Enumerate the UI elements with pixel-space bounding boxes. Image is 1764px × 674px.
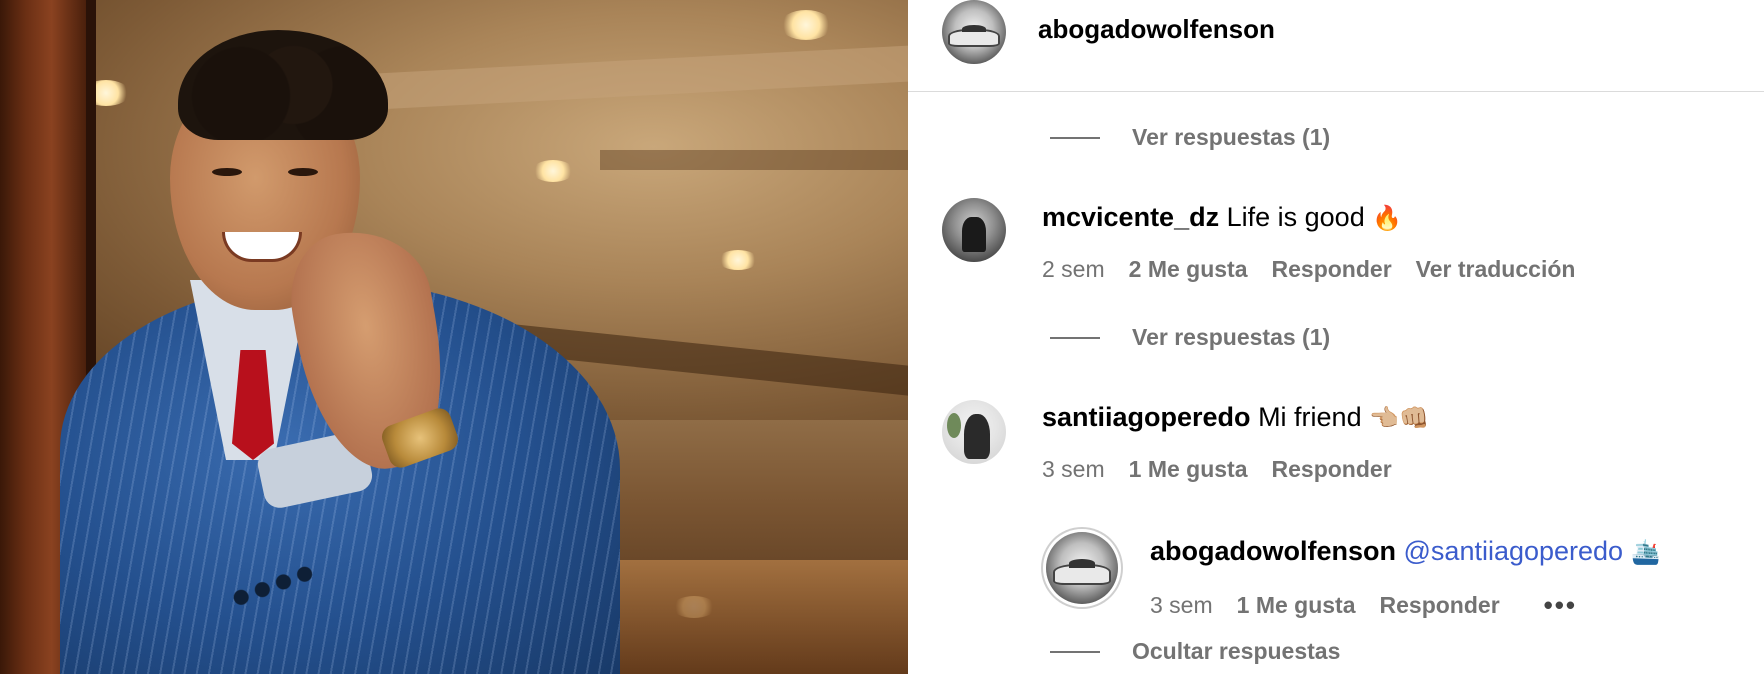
comment-time[interactable]: 3 sem [1042,456,1105,483]
fire-emoji: 🔥 [1372,204,1403,232]
reply-button[interactable]: Responder [1272,456,1392,483]
ceiling-light [718,250,758,270]
reply-button[interactable]: Responder [1272,256,1392,283]
commenter-avatar[interactable] [942,198,1006,262]
ceiling-light [780,10,832,40]
reply-username[interactable]: abogadowolfenson [1150,536,1396,566]
view-replies-button[interactable]: Ver respuestas (1) [1050,324,1330,351]
translate-button[interactable]: Ver traducción [1416,256,1576,283]
more-options-icon[interactable]: ••• [1544,590,1577,621]
reply-thread-line [1050,136,1100,139]
comment-text: Mi friend [1258,402,1362,432]
hide-replies-button[interactable]: Ocultar respuestas [1050,638,1340,665]
comments-panel: abogadowolfenson Ver respuestas (1) mcvi… [908,0,1764,674]
author-avatar[interactable] [942,0,1006,64]
commenter-avatar[interactable] [942,400,1006,464]
comment-likes[interactable]: 1 Me gusta [1129,456,1248,483]
view-replies-button[interactable]: Ver respuestas (1) [1050,124,1330,151]
instagram-post-view: abogadowolfenson Ver respuestas (1) mcvi… [0,0,1764,674]
pointing-fist-emoji: 👈🏼👊🏼 [1369,404,1429,432]
ceiling-light [532,160,574,182]
comment-username[interactable]: mcvicente_dz [1042,202,1219,232]
reply-thread-line [1050,650,1100,653]
reply-thread-line [1050,336,1100,339]
car-icon [1053,559,1111,585]
comment-text: Life is good [1226,202,1365,232]
reply-author-avatar[interactable] [1046,532,1118,604]
reply-time[interactable]: 3 sem [1150,592,1213,619]
post-photo[interactable] [0,0,908,674]
reply-mention-link[interactable]: @santiiagoperedo [1404,536,1624,566]
car-icon [948,24,1000,47]
ship-emoji: 🛳️ [1630,538,1661,566]
post-author-username[interactable]: abogadowolfenson [1038,14,1275,45]
comment-time[interactable]: 2 sem [1042,256,1105,283]
comment-likes[interactable]: 2 Me gusta [1129,256,1248,283]
reply-likes[interactable]: 1 Me gusta [1237,592,1356,619]
post-header: abogadowolfenson [908,0,1764,92]
comment-username[interactable]: santiiagoperedo [1042,402,1251,432]
reply-button[interactable]: Responder [1380,592,1500,619]
